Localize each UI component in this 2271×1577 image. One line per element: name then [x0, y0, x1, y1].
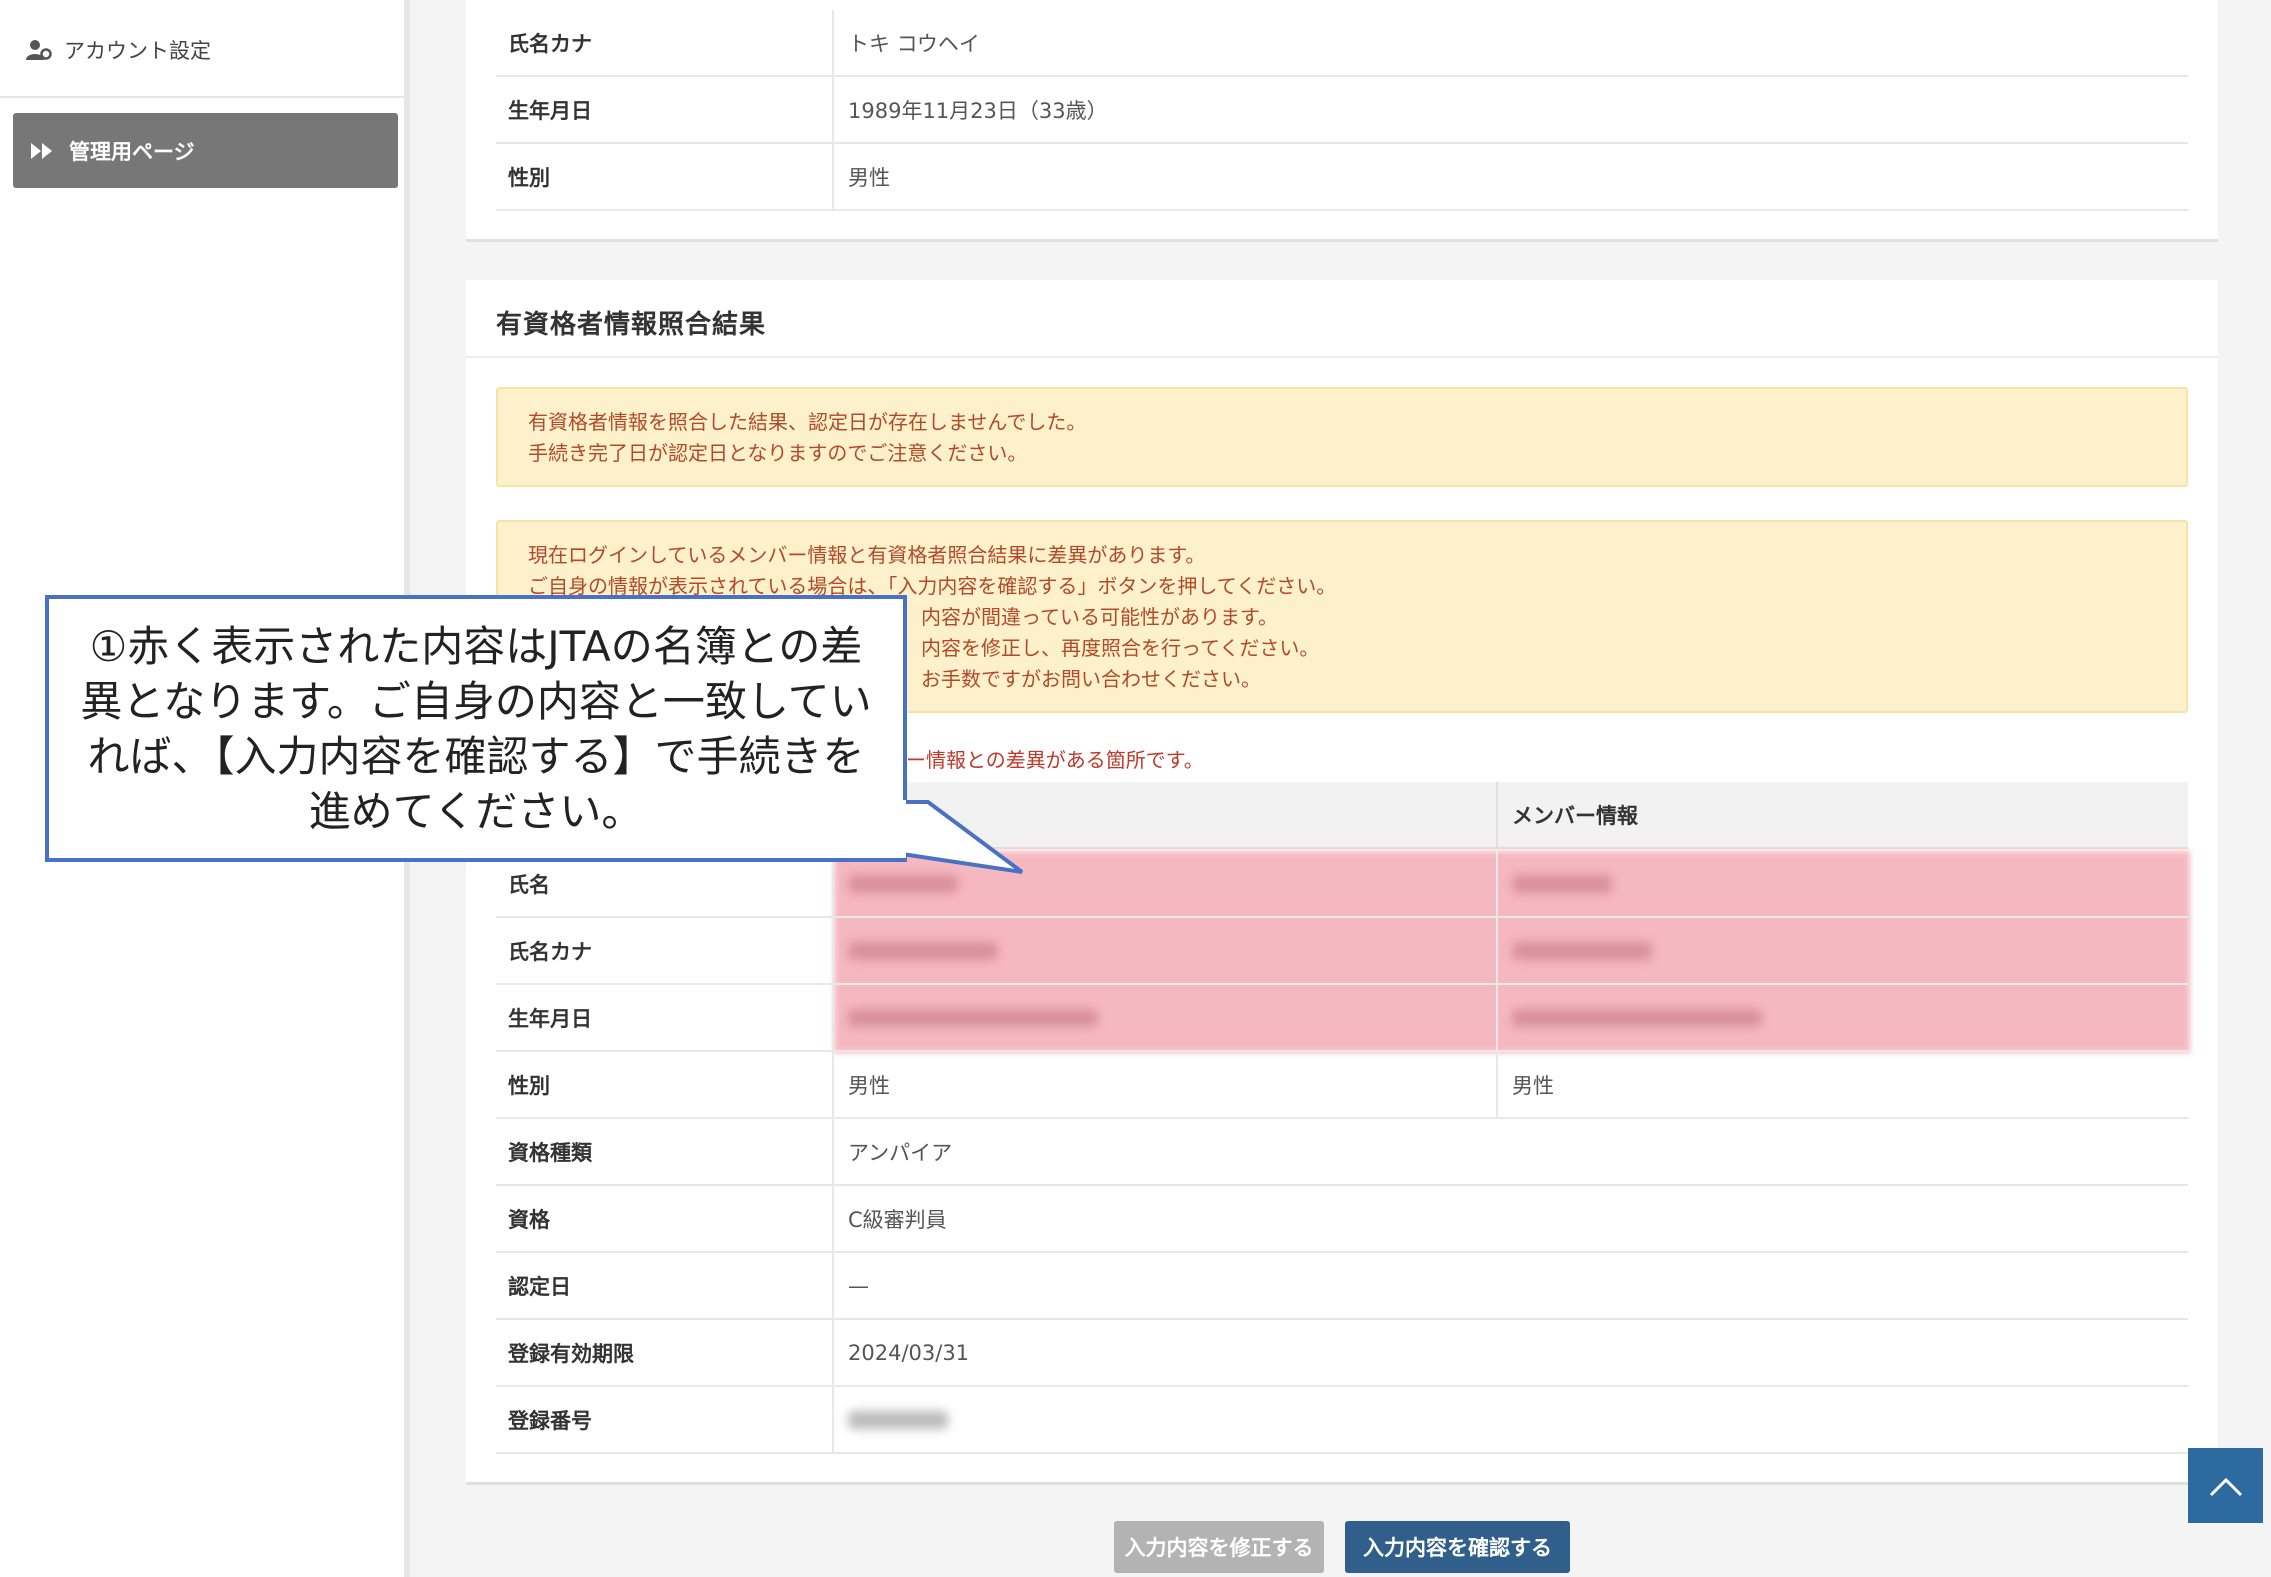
row-label: 生年月日 [496, 77, 834, 142]
row-value: 1989年11月23日（33歳） [848, 98, 1108, 123]
row-value: トキ コウヘイ [848, 31, 980, 56]
info-row: 資格 C級審判員 [496, 1186, 2188, 1253]
sidebar-divider [0, 96, 404, 98]
fast-forward-icon [31, 142, 52, 159]
warning-alert-certification-date: 有資格者情報を照合した結果、認定日が存在しませんでした。 手続き完了日が認定日と… [496, 387, 2188, 487]
qualification-value: 男性 [834, 1052, 1498, 1117]
difference-note: ー情報との差異がある箇所です。 [906, 748, 1204, 772]
member-info-panel: 氏名カナ トキ コウヘイ 生年月日 1989年11月23日（33歳） 性別 男性 [466, 0, 2218, 242]
row-label: 氏名カナ [496, 918, 834, 983]
row-label: 性別 [496, 1052, 834, 1117]
member-value-redacted [1498, 851, 2188, 916]
row-value: 2024/03/31 [848, 1340, 970, 1365]
row-label: 登録有効期限 [496, 1320, 834, 1385]
scroll-to-top-button[interactable] [2188, 1448, 2263, 1523]
edit-input-button[interactable]: 入力内容を修正する [1114, 1521, 1324, 1573]
section-divider [466, 356, 2218, 358]
member-value-redacted [1498, 918, 2188, 983]
user-gear-icon [26, 40, 52, 60]
member-value-redacted [1498, 985, 2188, 1050]
callout-text: ①赤く表示された内容はJTAの名簿との差異となります。ご自身の内容と一致していれ… [80, 621, 872, 836]
row-value: C級審判員 [848, 1207, 947, 1232]
info-row: 登録有効期限 2024/03/31 [496, 1320, 2188, 1387]
chevron-up-icon [2209, 1477, 2242, 1496]
info-row: 性別 男性 [496, 144, 2188, 211]
compare-row: 生年月日 [496, 985, 2188, 1052]
alert-line: 手続き完了日が認定日となりますのでご注意ください。 [528, 441, 1028, 465]
sidebar-item-account-settings[interactable]: アカウント設定 [26, 30, 211, 70]
row-value: — [848, 1273, 869, 1298]
row-label: 資格 [496, 1186, 834, 1251]
registration-number-redacted [834, 1387, 2188, 1452]
alert-line: 有資格者情報を照合した結果、認定日が存在しませんでした。 [528, 410, 1087, 434]
row-label: 氏名カナ [496, 10, 834, 75]
alert-line: 現在ログインしているメンバー情報と有資格者照合結果に差異があります。 [528, 543, 1206, 567]
info-row: 資格種類 アンパイア [496, 1119, 2188, 1186]
info-row: 認定日 — [496, 1253, 2188, 1320]
row-label: 生年月日 [496, 985, 834, 1050]
instruction-callout: ①赤く表示された内容はJTAの名簿との差異となります。ご自身の内容と一致していれ… [45, 595, 907, 862]
info-row: 登録番号 [496, 1387, 2188, 1454]
info-row: 氏名カナ トキ コウヘイ [496, 10, 2188, 77]
info-row: 生年月日 1989年11月23日（33歳） [496, 77, 2188, 144]
row-label: 登録番号 [496, 1387, 834, 1452]
row-label: 認定日 [496, 1253, 834, 1318]
member-value: 男性 [1512, 1073, 1554, 1098]
compare-row: 氏名カナ [496, 918, 2188, 985]
callout-pointer [900, 800, 1024, 874]
qualification-value-redacted [834, 985, 1498, 1050]
row-value: アンパイア [848, 1140, 953, 1165]
row-value: 男性 [848, 165, 890, 190]
row-label: 資格種類 [496, 1119, 834, 1184]
sidebar-item-admin-page[interactable]: 管理用ページ [13, 113, 398, 188]
qualification-value-redacted [834, 918, 1498, 983]
member-column-header: メンバー情報 [1512, 803, 1638, 828]
sidebar-item-label: アカウント設定 [64, 39, 211, 63]
section-title: 有資格者情報照合結果 [496, 310, 767, 340]
confirm-input-button[interactable]: 入力内容を確認する [1345, 1521, 1570, 1573]
sidebar-item-label: 管理用ページ [69, 139, 195, 164]
row-label: 性別 [496, 144, 834, 209]
compare-row: 性別 男性 男性 [496, 1052, 2188, 1119]
qualification-result-panel: 有資格者情報照合結果 有資格者情報を照合した結果、認定日が存在しませんでした。 … [466, 280, 2218, 1485]
